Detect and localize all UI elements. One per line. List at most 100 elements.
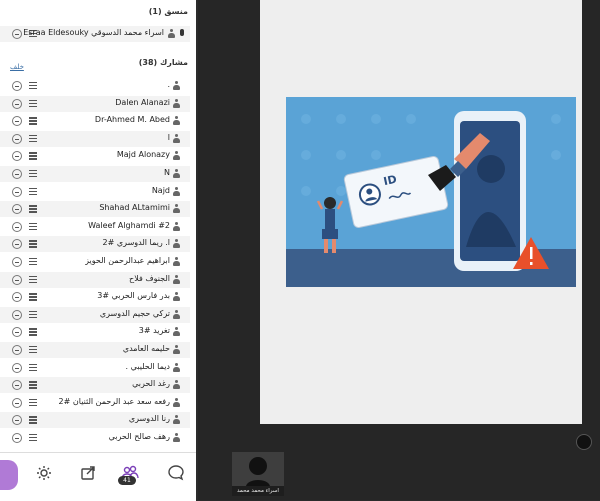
remove-icon[interactable]: [12, 433, 22, 443]
participant-row[interactable]: Waleef Alghamdi #2: [0, 219, 190, 235]
remove-icon[interactable]: [12, 98, 22, 109]
video-thumbnail[interactable]: [232, 452, 284, 486]
participant-row[interactable]: الجنوف فلاح: [0, 271, 190, 288]
menu-icon[interactable]: [29, 380, 39, 390]
participant-name: Najd: [151, 185, 170, 195]
menu-icon[interactable]: [29, 99, 39, 109]
remove-icon[interactable]: [12, 257, 22, 267]
remove-icon[interactable]: [12, 133, 22, 144]
remove-icon[interactable]: [12, 239, 22, 250]
more-icon[interactable]: [576, 434, 592, 450]
user-icon: [173, 221, 180, 231]
participant-row[interactable]: حليمه العامدي: [0, 342, 190, 358]
coordinator-header: منسق (1): [148, 7, 188, 16]
user-icon: [173, 133, 180, 143]
remove-icon[interactable]: [12, 292, 22, 303]
avatar-icon: [232, 452, 284, 486]
participant-row[interactable]: l: [0, 130, 190, 147]
user-icon: [173, 151, 180, 161]
remove-icon[interactable]: [12, 415, 22, 426]
remove-icon[interactable]: [12, 151, 22, 162]
participant-row[interactable]: رهف صالح الحربي: [0, 430, 190, 446]
share-icon[interactable]: [78, 463, 98, 483]
user-icon: [173, 309, 180, 319]
participant-name: Shahad ALtamimi: [99, 203, 170, 213]
activity-indicator[interactable]: [0, 460, 18, 490]
microphone-icon[interactable]: [180, 29, 184, 36]
participant-name: الجنوف فلاح: [129, 273, 170, 283]
remove-icon[interactable]: [12, 362, 22, 373]
participant-row[interactable]: ديما الحليبي .: [0, 360, 190, 376]
participant-row[interactable]: Dr-Ahmed M. Abed: [0, 113, 190, 129]
menu-icon[interactable]: [29, 134, 39, 144]
user-icon: [173, 98, 180, 108]
participant-row[interactable]: Dalen Alanazi: [0, 95, 190, 112]
participant-row[interactable]: تركي حجيم الدوسري: [0, 306, 190, 323]
menu-icon[interactable]: [29, 257, 39, 267]
participant-name: N: [164, 168, 170, 177]
participant-row[interactable]: تغريد #3: [0, 324, 190, 340]
user-icon: [173, 116, 180, 126]
menu-icon[interactable]: [29, 169, 39, 179]
remove-icon[interactable]: [12, 221, 22, 232]
remove-icon[interactable]: [12, 327, 22, 338]
chat-icon[interactable]: [166, 463, 186, 483]
menu-icon[interactable]: [29, 187, 39, 197]
participant-row[interactable]: ا. ريما الدوسري #2: [0, 236, 190, 253]
user-icon: [173, 204, 180, 214]
remove-icon[interactable]: [12, 204, 22, 215]
remove-icon[interactable]: [12, 81, 22, 91]
participant-row[interactable]: بدر فارس الحربي #3: [0, 289, 190, 305]
participant-name: حليمه العامدي: [122, 344, 170, 353]
participant-row[interactable]: .: [0, 78, 190, 94]
participant-row[interactable]: N: [0, 166, 190, 182]
remove-icon[interactable]: [12, 309, 22, 320]
menu-icon[interactable]: [29, 292, 39, 302]
menu-icon[interactable]: [29, 398, 39, 408]
participant-name: Dalen Alanazi: [115, 97, 170, 107]
menu-icon[interactable]: [29, 275, 39, 285]
menu-icon[interactable]: [29, 222, 39, 232]
menu-icon[interactable]: [29, 415, 39, 425]
remove-icon[interactable]: [12, 29, 22, 39]
identity-theft-illustration: ID: [286, 97, 576, 287]
remove-icon[interactable]: [12, 116, 22, 127]
remove-icon[interactable]: [12, 274, 22, 285]
menu-icon[interactable]: [29, 239, 39, 249]
menu-icon[interactable]: [29, 310, 39, 320]
participant-row[interactable]: ابراهيم عبدالرحمن الحويز: [0, 254, 190, 270]
remove-icon[interactable]: [12, 186, 22, 197]
menu-icon[interactable]: [29, 151, 39, 161]
participant-row[interactable]: Najd: [0, 184, 190, 200]
remove-icon[interactable]: [12, 397, 22, 408]
remove-icon[interactable]: [12, 169, 22, 179]
user-icon: [168, 29, 175, 38]
menu-icon[interactable]: [29, 363, 39, 373]
coordinator-row[interactable]: اسراء محمد الدسوقي Esraa Eldesouky: [0, 26, 190, 42]
clip-link[interactable]: خلف: [10, 63, 24, 71]
participant-row[interactable]: رنا الدوسري: [0, 412, 190, 429]
menu-icon[interactable]: [29, 116, 39, 126]
menu-icon[interactable]: [29, 81, 39, 91]
menu-icon[interactable]: [29, 204, 39, 214]
participant-row[interactable]: رغد الحربي: [0, 377, 190, 394]
user-icon: [173, 433, 180, 442]
coordinator-name: اسراء محمد الدسوقي Esraa Eldesouky: [24, 28, 164, 37]
user-icon: [173, 169, 180, 178]
menu-icon[interactable]: [29, 433, 39, 443]
participant-row[interactable]: رفعه سعد عبد الرحمن الثنيان #2: [0, 395, 190, 411]
participant-row[interactable]: Majd Alonazy: [0, 148, 190, 164]
participant-row[interactable]: Shahad ALtamimi: [0, 201, 190, 218]
user-icon: [173, 274, 180, 284]
participant-name: Dr-Ahmed M. Abed: [94, 115, 170, 125]
user-icon: [173, 415, 180, 425]
remove-icon[interactable]: [12, 345, 22, 355]
menu-icon[interactable]: [29, 345, 39, 355]
gear-icon[interactable]: [34, 463, 54, 483]
user-icon: [173, 380, 180, 390]
id-card-text: ID: [382, 173, 398, 188]
participant-name: Waleef Alghamdi #2: [88, 220, 170, 230]
remove-icon[interactable]: [12, 380, 22, 391]
participant-name: l: [167, 132, 170, 142]
menu-icon[interactable]: [29, 327, 39, 337]
